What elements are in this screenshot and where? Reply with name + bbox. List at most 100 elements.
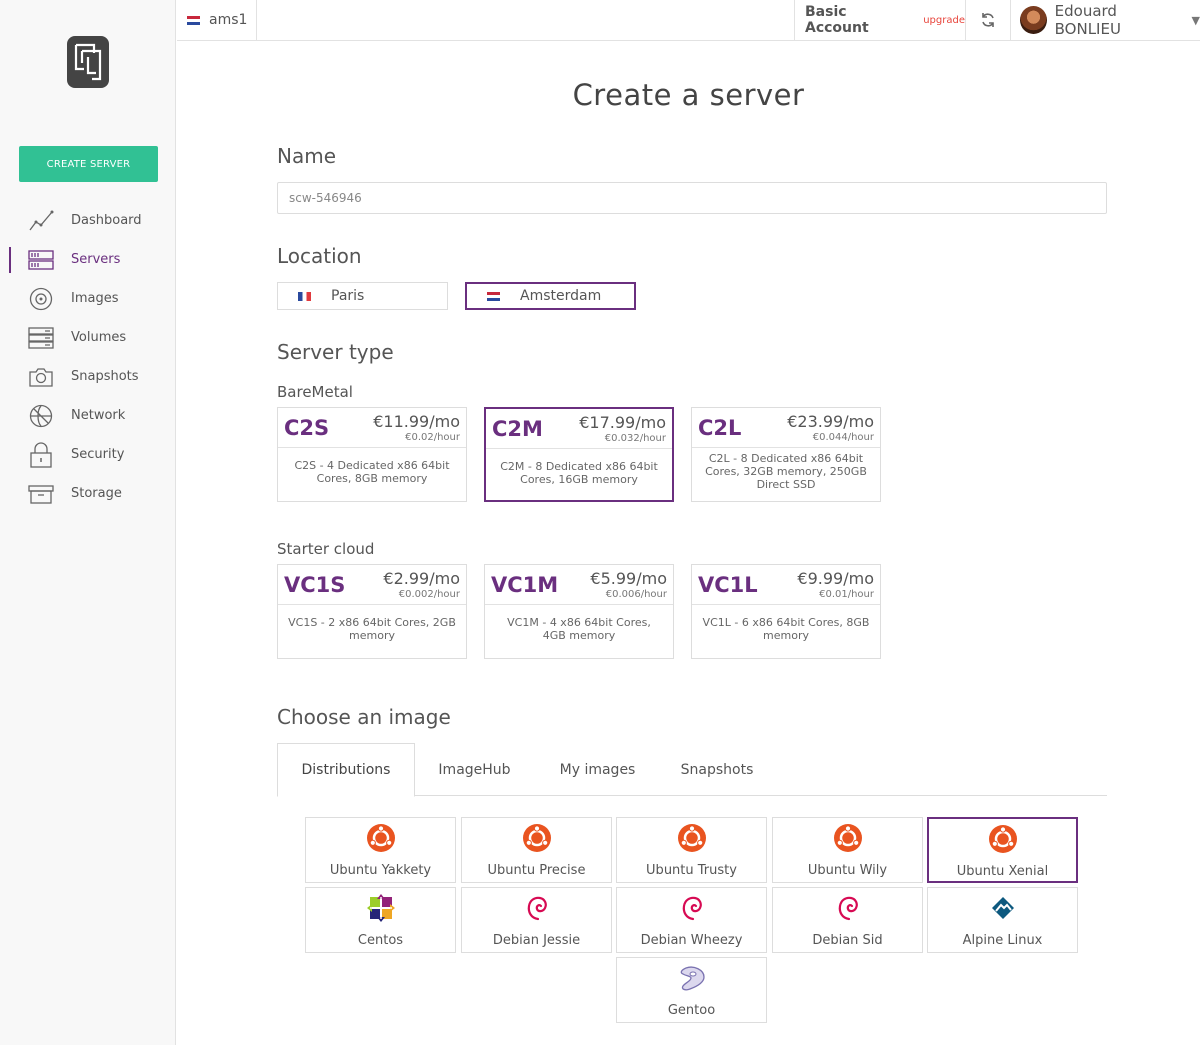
user-menu[interactable]: Edouard BONLIEU ▼	[1012, 0, 1200, 40]
image-label: Debian Wheezy	[640, 933, 743, 948]
server-type-card-c2s[interactable]: C2S €11.99/mo €0.02/hour C2S - 4 Dedicat…	[277, 407, 467, 502]
image-ubuntu-xenial[interactable]: Ubuntu Xenial	[927, 817, 1078, 883]
sidebar-item-label: Security	[71, 447, 125, 462]
tab-my-images[interactable]: My images	[545, 743, 650, 796]
ubuntu-icon	[677, 823, 707, 853]
server-code: VC1L	[698, 573, 758, 597]
scaleway-logo[interactable]	[66, 35, 110, 89]
server-code: VC1M	[491, 573, 559, 597]
sidebar-item-label: Storage	[71, 486, 122, 501]
hourly-price: €0.006/hour	[605, 589, 667, 600]
server-type-card-c2l[interactable]: C2L €23.99/mo €0.044/hour C2L - 8 Dedica…	[691, 407, 881, 502]
snapshots-icon	[27, 363, 55, 391]
starter-cloud-title: Starter cloud	[277, 540, 375, 558]
sidebar-item-label: Images	[71, 291, 119, 306]
alpine-icon	[988, 893, 1018, 923]
dashboard-icon	[27, 207, 55, 235]
topbar: ams1 Basic Account upgrade Edouard BONLI…	[177, 0, 1200, 41]
monthly-price: €17.99/mo	[579, 413, 666, 432]
netherlands-flag-icon	[487, 291, 500, 301]
region-label: ams1	[209, 12, 248, 28]
location-amsterdam[interactable]: Amsterdam	[465, 282, 636, 310]
server-type-card-vc1m[interactable]: VC1M €5.99/mo €0.006/hour VC1M - 4 x86 6…	[484, 564, 674, 659]
image-centos[interactable]: Centos	[305, 887, 456, 953]
sidebar-item-volumes[interactable]: Volumes	[0, 318, 176, 357]
servers-icon	[27, 246, 55, 274]
hourly-price: €0.002/hour	[398, 589, 460, 600]
debian-icon	[522, 893, 552, 923]
ubuntu-icon	[522, 823, 552, 853]
server-code: VC1S	[284, 573, 346, 597]
monthly-price: €23.99/mo	[787, 412, 874, 431]
page-title: Create a server	[572, 78, 805, 112]
name-section-title: Name	[277, 144, 337, 168]
sidebar-item-network[interactable]: Network	[0, 396, 176, 435]
tab-distributions[interactable]: Distributions	[277, 743, 415, 797]
server-type-section-title: Server type	[277, 340, 394, 364]
image-label: Gentoo	[667, 1003, 716, 1018]
location-section-title: Location	[277, 244, 362, 268]
location-paris[interactable]: Paris	[277, 282, 448, 310]
security-icon	[27, 441, 55, 469]
sidebar-item-snapshots[interactable]: Snapshots	[0, 357, 176, 396]
image-debian-jessie[interactable]: Debian Jessie	[461, 887, 612, 953]
region-selector[interactable]: ams1	[177, 0, 257, 40]
server-description: C2M - 8 Dedicated x86 64bit Cores, 16GB …	[500, 460, 658, 486]
avatar	[1020, 6, 1047, 34]
image-ubuntu-yakkety[interactable]: Ubuntu Yakkety	[305, 817, 456, 883]
server-code: C2L	[698, 416, 742, 440]
server-description: C2L - 8 Dedicated x86 64bit Cores, 32GB …	[705, 452, 867, 491]
image-ubuntu-trusty[interactable]: Ubuntu Trusty	[616, 817, 767, 883]
sidebar-item-security[interactable]: Security	[0, 435, 176, 474]
card-header: VC1M €5.99/mo €0.006/hour	[485, 565, 673, 605]
volumes-icon	[27, 324, 55, 352]
debian-icon	[677, 893, 707, 923]
image-label: Ubuntu Trusty	[646, 863, 737, 878]
hourly-price: €0.032/hour	[604, 433, 666, 444]
france-flag-icon	[298, 291, 311, 301]
image-label: Alpine Linux	[962, 933, 1043, 948]
gentoo-icon	[677, 963, 707, 993]
account-name: Basic Account	[805, 4, 869, 36]
image-ubuntu-wily[interactable]: Ubuntu Wily	[772, 817, 923, 883]
sidebar: CREATE SERVER Dashboard Servers Images V…	[0, 0, 176, 1045]
image-gentoo[interactable]: Gentoo	[616, 957, 767, 1023]
server-code: C2M	[492, 417, 543, 441]
sidebar-nav: Dashboard Servers Images Volumes Snapsho…	[0, 201, 176, 513]
centos-icon	[366, 893, 396, 923]
refresh-button[interactable]	[966, 0, 1011, 40]
image-label: Ubuntu Wily	[807, 863, 888, 878]
upgrade-link[interactable]: upgrade	[923, 15, 965, 26]
server-type-card-vc1s[interactable]: VC1S €2.99/mo €0.002/hour VC1S - 2 x86 6…	[277, 564, 467, 659]
server-type-card-vc1l[interactable]: VC1L €9.99/mo €0.01/hour VC1L - 6 x86 64…	[691, 564, 881, 659]
image-debian-sid[interactable]: Debian Sid	[772, 887, 923, 953]
card-header: C2S €11.99/mo €0.02/hour	[278, 408, 466, 448]
server-name-input[interactable]	[277, 182, 1107, 214]
sidebar-item-label: Dashboard	[71, 213, 142, 228]
sidebar-item-images[interactable]: Images	[0, 279, 176, 318]
tab-imagehub[interactable]: ImageHub	[422, 743, 527, 796]
card-header: VC1S €2.99/mo €0.002/hour	[278, 565, 466, 605]
location-label: Amsterdam	[520, 288, 602, 304]
account-info: Basic Account upgrade	[794, 0, 966, 40]
tab-snapshots[interactable]: Snapshots	[667, 743, 767, 796]
chevron-down-icon: ▼	[1191, 13, 1200, 27]
monthly-price: €2.99/mo	[383, 569, 460, 588]
sidebar-item-storage[interactable]: Storage	[0, 474, 176, 513]
create-server-button[interactable]: CREATE SERVER	[19, 146, 158, 182]
image-debian-wheezy[interactable]: Debian Wheezy	[616, 887, 767, 953]
sidebar-item-label: Servers	[71, 252, 121, 267]
hourly-price: €0.01/hour	[819, 589, 874, 600]
monthly-price: €9.99/mo	[797, 569, 874, 588]
debian-icon	[833, 893, 863, 923]
card-header: VC1L €9.99/mo €0.01/hour	[692, 565, 880, 605]
image-alpine-linux[interactable]: Alpine Linux	[927, 887, 1078, 953]
hourly-price: €0.02/hour	[405, 432, 460, 443]
card-header: C2M €17.99/mo €0.032/hour	[486, 409, 672, 449]
server-type-card-c2m[interactable]: C2M €17.99/mo €0.032/hour C2M - 8 Dedica…	[484, 407, 674, 502]
sidebar-item-dashboard[interactable]: Dashboard	[0, 201, 176, 240]
image-ubuntu-precise[interactable]: Ubuntu Precise	[461, 817, 612, 883]
hourly-price: €0.044/hour	[812, 432, 874, 443]
ubuntu-icon	[988, 824, 1018, 854]
sidebar-item-servers[interactable]: Servers	[0, 240, 176, 279]
